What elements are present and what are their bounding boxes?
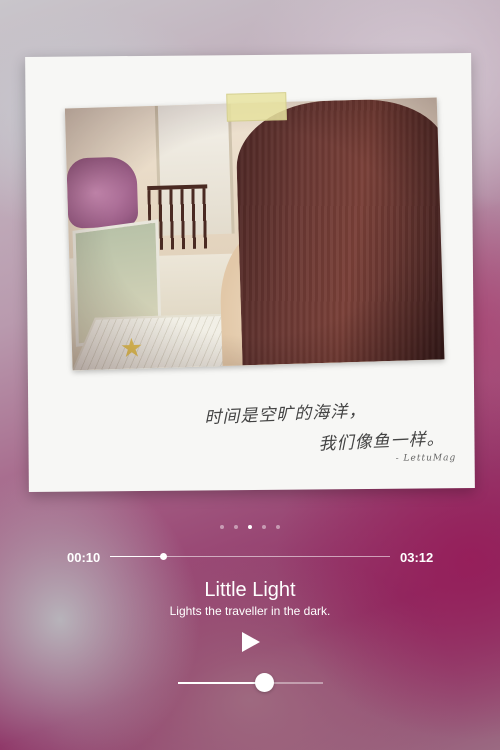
volume-thumb[interactable] xyxy=(254,673,274,692)
total-time: 03:12 xyxy=(400,550,434,565)
page-dot[interactable] xyxy=(234,525,238,529)
caption-line-1: 时间是空旷的海洋， xyxy=(203,401,367,429)
page-indicator xyxy=(0,525,500,529)
progress-bar[interactable] xyxy=(110,553,390,560)
current-time: 00:10 xyxy=(67,550,101,565)
caption-signature: - LettuMag xyxy=(395,453,457,464)
album-art-card[interactable]: ★ 时间是空旷的海洋， 我们像鱼一样。 - LettuMag xyxy=(25,53,475,492)
album-photo: ★ xyxy=(64,97,445,371)
play-icon xyxy=(242,632,260,652)
track-subtitle: Lights the traveller in the dark. xyxy=(169,604,331,618)
progress-fill xyxy=(110,556,164,557)
music-player-screen: ★ 时间是空旷的海洋， 我们像鱼一样。 - LettuMag 00:10 03:… xyxy=(0,0,500,750)
page-dot[interactable] xyxy=(248,525,252,529)
play-button[interactable] xyxy=(236,627,266,657)
caption-line-2: 我们像鱼一样。 xyxy=(318,429,445,455)
page-dot[interactable] xyxy=(220,525,224,529)
page-dot[interactable] xyxy=(262,525,266,529)
track-title: Little Light xyxy=(204,579,296,601)
volume-slider[interactable] xyxy=(178,673,323,692)
page-dot[interactable] xyxy=(276,525,280,529)
volume-fill xyxy=(178,682,264,684)
tape-decoration xyxy=(226,92,287,122)
